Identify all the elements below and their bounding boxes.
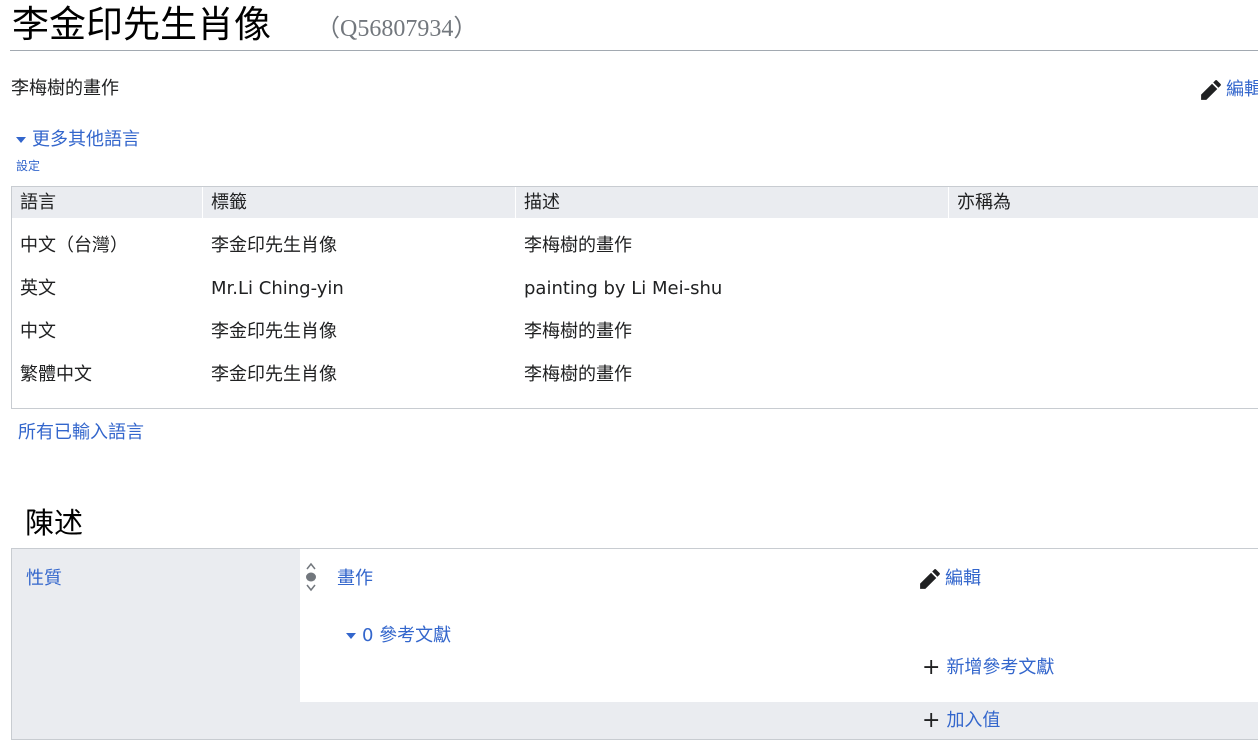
statements-heading: 陳述 — [25, 506, 84, 540]
caret-down-icon — [16, 137, 26, 143]
edit-statement-label: 編輯 — [945, 568, 981, 589]
column-header-aliases: 亦稱為 — [957, 192, 1011, 213]
column-header-language: 語言 — [20, 192, 56, 213]
row-description: 李梅樹的畫作 — [524, 235, 632, 256]
edit-terms-button[interactable]: 編輯 — [1200, 78, 1258, 102]
entity-description: 李梅樹的畫作 — [11, 78, 119, 99]
language-table-header: 語言 標籤 描述 亦稱為 — [12, 187, 1258, 218]
caret-down-icon — [346, 633, 356, 639]
edit-statement-button[interactable]: 編輯 — [919, 567, 981, 591]
normal-rank-icon[interactable] — [304, 562, 318, 592]
language-row: 英文 Mr.Li Ching-yin painting by Li Mei-sh… — [12, 268, 1258, 311]
page-title: 李金印先生肖像 — [12, 3, 271, 46]
language-row: 中文 李金印先生肖像 李梅樹的畫作 — [12, 311, 1258, 354]
edit-terms-label: 編輯 — [1226, 79, 1258, 100]
pencil-icon — [920, 569, 940, 589]
references-label: 0 參考文獻 — [362, 625, 452, 646]
statement: 畫作 編輯 0 參考文獻 + 新增參考文獻 — [300, 549, 1258, 702]
page-heading: 李金印先生肖像 （Q56807934） — [10, 0, 1258, 51]
column-header-description: 描述 — [524, 192, 560, 213]
entity-id: （Q56807934） — [316, 16, 478, 42]
row-language: 繁體中文 — [20, 364, 92, 385]
statement-group: 性質 畫作 編輯 0 參考文獻 + 新增參考文獻 + 加入值 — [11, 548, 1258, 740]
add-value-button[interactable]: + 加入值 — [922, 708, 1000, 734]
language-table: 語言 標籤 描述 亦稱為 中文（台灣） 李金印先生肖像 李梅樹的畫作 英文 Mr… — [11, 186, 1258, 409]
row-description: 李梅樹的畫作 — [524, 364, 632, 385]
all-languages-link[interactable]: 所有已輸入語言 — [18, 420, 144, 446]
row-language: 中文 — [20, 321, 56, 342]
row-language: 英文 — [20, 278, 56, 299]
add-value-label: 加入值 — [946, 710, 1001, 731]
statement-value-link[interactable]: 畫作 — [337, 566, 373, 592]
row-label: 李金印先生肖像 — [211, 364, 337, 385]
plus-icon: + — [922, 655, 941, 680]
language-row: 繁體中文 李金印先生肖像 李梅樹的畫作 — [12, 354, 1258, 397]
property-link[interactable]: 性質 — [26, 566, 62, 592]
row-description: 李梅樹的畫作 — [524, 321, 632, 342]
add-reference-label: 新增參考文獻 — [946, 657, 1055, 678]
row-description: painting by Li Mei-shu — [524, 278, 723, 299]
add-reference-button[interactable]: + 新增參考文獻 — [922, 655, 1054, 681]
plus-icon: + — [922, 708, 941, 733]
row-label: 李金印先生肖像 — [211, 321, 337, 342]
more-languages-label: 更多其他語言 — [32, 129, 140, 150]
row-label: 李金印先生肖像 — [211, 235, 337, 256]
column-header-label: 標籤 — [211, 192, 247, 213]
references-toggle[interactable]: 0 參考文獻 — [346, 623, 451, 649]
row-language: 中文（台灣） — [20, 235, 128, 256]
settings-link[interactable]: 設定 — [16, 157, 40, 175]
row-label: Mr.Li Ching-yin — [211, 278, 344, 299]
language-row: 中文（台灣） 李金印先生肖像 李梅樹的畫作 — [12, 225, 1258, 268]
pencil-icon — [1201, 80, 1221, 100]
more-languages-toggle[interactable]: 更多其他語言 — [16, 127, 140, 153]
